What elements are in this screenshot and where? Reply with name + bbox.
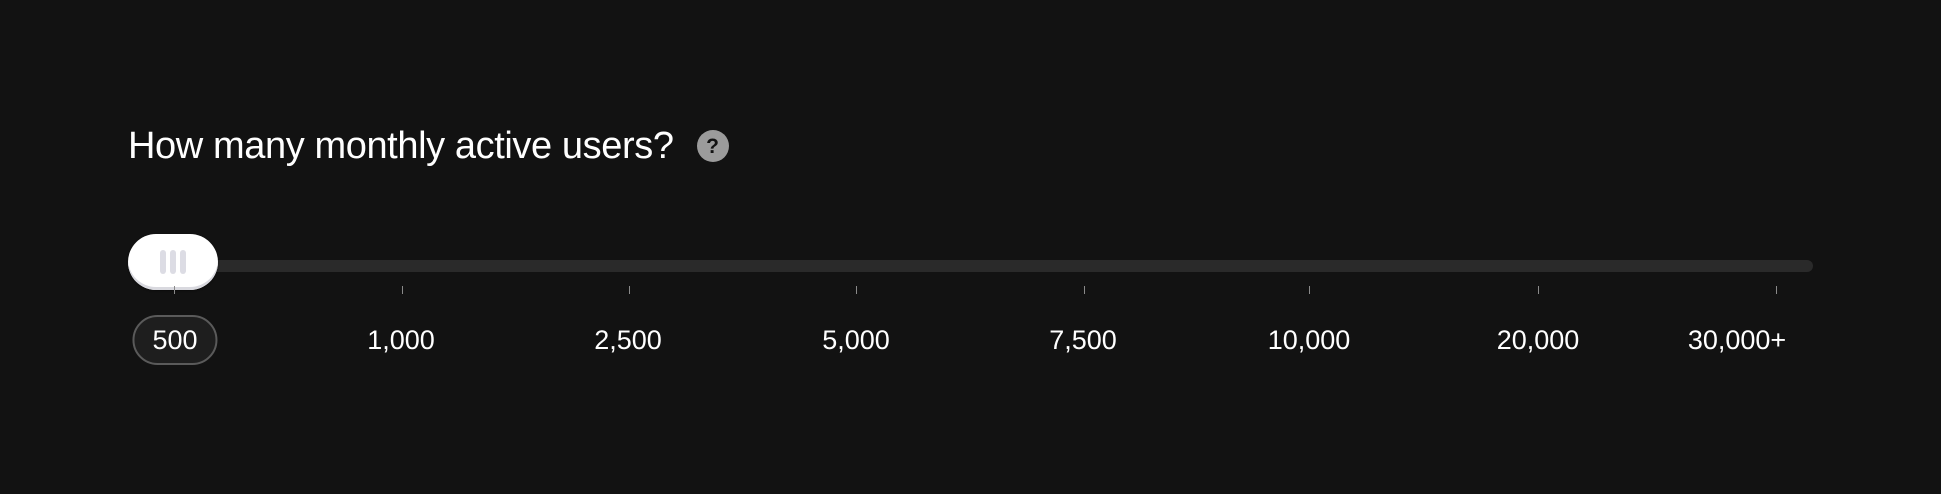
stop-label-10000[interactable]: 10,000: [1250, 315, 1369, 365]
stop-label-500[interactable]: 500: [132, 315, 218, 365]
grip-icon: [170, 250, 176, 274]
question-circle-icon[interactable]: ?: [696, 130, 729, 162]
stop-label-30000-plus[interactable]: 30,000+: [1670, 315, 1804, 365]
grip-icon: [160, 250, 166, 274]
slider-thumb[interactable]: [128, 234, 218, 290]
stop-label-20000[interactable]: 20,000: [1479, 315, 1598, 365]
mau-pricing-panel: How many monthly active users? ? 500 1,0…: [0, 0, 1941, 494]
slider-track[interactable]: [128, 260, 1813, 272]
stop-label-5000[interactable]: 5,000: [804, 315, 908, 365]
slider-tick: [1776, 286, 1777, 294]
stop-label-1000[interactable]: 1,000: [349, 315, 453, 365]
slider-tick: [1084, 286, 1085, 294]
slider-tick: [402, 286, 403, 294]
question-title: How many monthly active users?: [128, 125, 674, 167]
slider-tick: [1538, 286, 1539, 294]
slider-tick: [174, 286, 175, 294]
slider-tick: [1309, 286, 1310, 294]
slider-tick: [856, 286, 857, 294]
stop-label-2500[interactable]: 2,500: [576, 315, 680, 365]
slider-tick: [629, 286, 630, 294]
grip-icon: [180, 250, 186, 274]
question-row: How many monthly active users? ?: [128, 118, 729, 174]
mau-slider[interactable]: [128, 232, 1813, 292]
stop-label-7500[interactable]: 7,500: [1031, 315, 1135, 365]
